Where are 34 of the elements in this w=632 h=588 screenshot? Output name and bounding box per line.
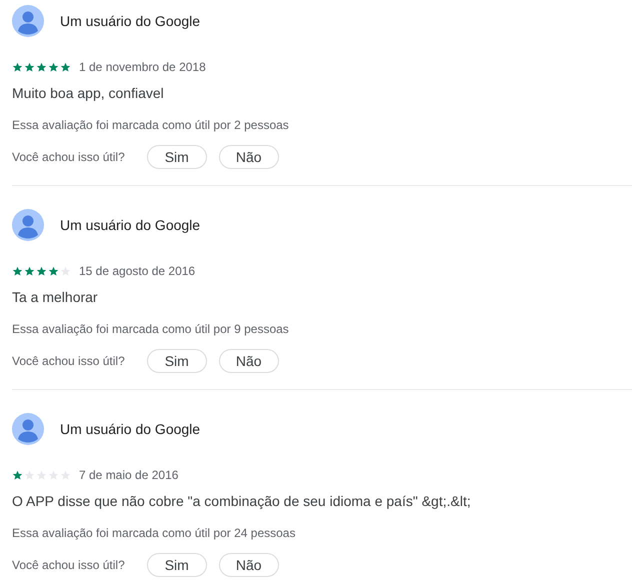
yes-button[interactable]: Sim (146, 145, 207, 169)
avatar-icon (12, 413, 44, 445)
star-icon (60, 62, 71, 72)
no-button[interactable]: Não (218, 349, 279, 373)
avatar-icon (12, 5, 44, 37)
helpful-count: Essa avaliação foi marcada como útil por 24 pessoas (12, 525, 296, 541)
no-button[interactable]: Não (218, 553, 279, 577)
review-text: Ta a melhorar (12, 288, 99, 307)
star-icon (36, 266, 47, 276)
star-icon (12, 266, 23, 276)
avatar-icon (12, 209, 44, 241)
review-text: O APP disse que não cobre "a combinação de seu idioma e país" &gt;.&lt; (12, 492, 472, 511)
star-icon (24, 62, 35, 72)
star-icon (48, 266, 59, 276)
yes-button[interactable]: Sim (146, 553, 207, 577)
star-icon (12, 62, 23, 72)
review-date: 1 de novembro de 2018 (79, 60, 206, 74)
helpful-question: Você achou isso útil? (12, 354, 125, 368)
author-name: Um usuário do Google (60, 421, 200, 437)
helpful-question: Você achou isso útil? (12, 558, 125, 572)
yes-button[interactable]: Sim (146, 349, 207, 373)
star-icon (24, 266, 35, 276)
author-name: Um usuário do Google (60, 13, 200, 29)
helpful-count: Essa avaliação foi marcada como útil por 2 pessoas (12, 117, 290, 133)
author-name: Um usuário do Google (60, 217, 200, 233)
helpful-count: Essa avaliação foi marcada como útil por 9 pessoas (12, 321, 290, 337)
helpful-question: Você achou isso útil? (12, 150, 125, 164)
star-icon (12, 470, 23, 480)
review-date: 7 de maio de 2016 (79, 468, 178, 482)
star-icon (36, 62, 47, 72)
star-icon (48, 62, 59, 72)
review-date: 15 de agosto de 2016 (79, 264, 196, 278)
no-button[interactable]: Não (218, 145, 279, 169)
review-text: Muito boa app, confiavel (12, 84, 165, 103)
